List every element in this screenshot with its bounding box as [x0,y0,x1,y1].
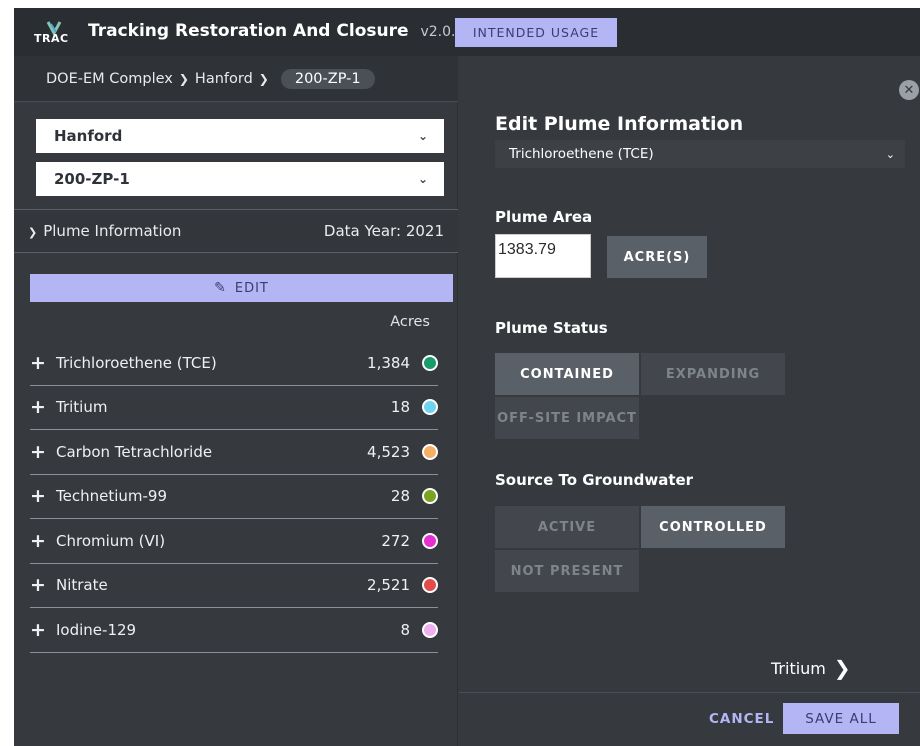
chevron-right-icon: ❯ [833,656,851,680]
plume-acres: 8 [400,620,410,639]
site-select-value: Hanford [54,127,123,145]
plus-icon[interactable]: + [30,396,56,418]
plume-row[interactable]: + Iodine-129 8 [30,608,438,653]
plume-row[interactable]: + Tritium 18 [30,386,438,430]
contaminant-select-value: Trichloroethene (TCE) [509,146,654,162]
plume-list: + Trichloroethene (TCE) 1,384 + Tritium 18 + Ca… [30,341,438,653]
acres-column-header: Acres [390,314,430,330]
status-contained-button[interactable]: CONTAINED [495,353,639,395]
plume-row[interactable]: + Nitrate 2,521 [30,564,438,608]
plume-acres: 28 [390,487,410,506]
edit-button[interactable]: ✎ EDIT [30,274,453,302]
plume-row[interactable]: + Chromium (VI) 272 [30,519,438,564]
pencil-icon: ✎ [214,280,227,296]
next-plume-link[interactable]: Tritium ❯ [771,656,851,680]
chevron-right-icon: ❯ [258,71,269,86]
plume-row[interactable]: + Carbon Tetrachloride 4,523 [30,430,438,475]
app-window: TRAC Tracking Restoration And Closure v2… [14,8,920,746]
plume-info-toggle[interactable]: ❯ Plume Information [28,222,181,240]
breadcrumb-item-hanford[interactable]: Hanford [195,71,253,87]
plume-info-title: Plume Information [43,222,182,240]
unit-select-value: 200-ZP-1 [54,170,130,188]
color-dot-icon [422,354,438,371]
edit-label: EDIT [234,280,269,296]
plume-acres: 272 [381,531,410,550]
plume-name: Chromium (VI) [56,531,166,550]
plus-icon[interactable]: + [30,619,56,641]
color-dot-icon [422,488,438,505]
app-title-text: Tracking Restoration And Closure [88,21,409,41]
breadcrumb-current: 200-ZP-1 [280,68,375,89]
plume-row[interactable]: + Trichloroethene (TCE) 1,384 [30,341,438,386]
plume-info-header[interactable]: ❯ Plume Information Data Year: 2021 [14,209,458,253]
plume-acres: 18 [390,398,410,417]
chevron-down-icon: ⌄ [885,147,895,161]
source-controlled-button[interactable]: CONTROLLED [641,506,785,548]
site-select[interactable]: Hanford ⌄ [36,119,444,153]
cancel-button[interactable]: CANCEL [709,711,774,727]
source-groundwater-label: Source To Groundwater [495,471,694,489]
plume-area-input[interactable]: 1383.79 [495,234,591,278]
color-dot-icon [422,577,438,594]
source-not-present-button[interactable]: NOT PRESENT [495,550,639,592]
logo-text: TRAC [34,32,69,45]
status-expanding-button[interactable]: EXPANDING [641,353,785,395]
chevron-down-icon: ⌄ [417,129,428,143]
app-title: Tracking Restoration And Closure v2.0.0 [88,21,464,41]
plus-icon[interactable]: + [30,485,56,507]
edit-panel-footer: CANCEL SAVE ALL [459,692,920,746]
edit-panel-title: Edit Plume Information [495,113,744,135]
status-offsite-impact-button[interactable]: OFF-SITE IMPACT [495,397,639,439]
chevron-down-icon: ⌄ [417,172,428,186]
plume-acres: 2,521 [367,576,410,595]
close-icon[interactable]: ✕ [899,80,919,100]
plume-area-label: Plume Area [495,208,593,226]
data-year: Data Year: 2021 [323,222,444,240]
color-dot-icon [422,532,438,549]
area-unit-button[interactable]: ACRE(S) [607,236,707,278]
edit-panel: ✕ Edit Plume Information Trichloroethene… [459,56,920,746]
plus-icon[interactable]: + [30,530,56,552]
chevron-down-icon: ❯ [28,226,38,239]
unit-select[interactable]: 200-ZP-1 ⌄ [36,162,444,196]
plume-name: Trichloroethene (TCE) [56,353,217,372]
plume-name: Carbon Tetrachloride [56,442,213,461]
contaminant-select[interactable]: Trichloroethene (TCE) ⌄ [495,140,905,168]
plume-acres: 4,523 [367,442,410,461]
plume-name: Nitrate [56,576,108,595]
top-bar: TRAC Tracking Restoration And Closure v2… [14,8,920,56]
plus-icon[interactable]: + [30,352,56,374]
color-dot-icon [422,399,438,416]
chevron-right-icon: ❯ [178,71,189,86]
breadcrumb-item-complex[interactable]: DOE-EM Complex [46,71,173,87]
plus-icon[interactable]: + [30,441,56,463]
plume-status-label: Plume Status [495,319,608,337]
color-dot-icon [422,443,438,460]
plume-name: Tritium [56,398,108,417]
trac-logo: TRAC [34,20,74,46]
plume-name: Iodine-129 [56,620,137,639]
breadcrumb: DOE-EM Complex ❯ Hanford ❯ 200-ZP-1 [14,56,458,102]
plume-acres: 1,384 [367,353,410,372]
plume-row[interactable]: + Technetium-99 28 [30,475,438,519]
source-active-button[interactable]: ACTIVE [495,506,639,548]
left-panel: DOE-EM Complex ❯ Hanford ❯ 200-ZP-1 Hanf… [14,56,458,746]
intended-usage-button[interactable]: INTENDED USAGE [455,18,617,47]
color-dot-icon [422,621,438,638]
next-plume-label: Tritium [771,658,826,678]
save-all-button[interactable]: SAVE ALL [783,703,899,734]
plume-name: Technetium-99 [56,487,167,506]
plus-icon[interactable]: + [30,574,56,596]
